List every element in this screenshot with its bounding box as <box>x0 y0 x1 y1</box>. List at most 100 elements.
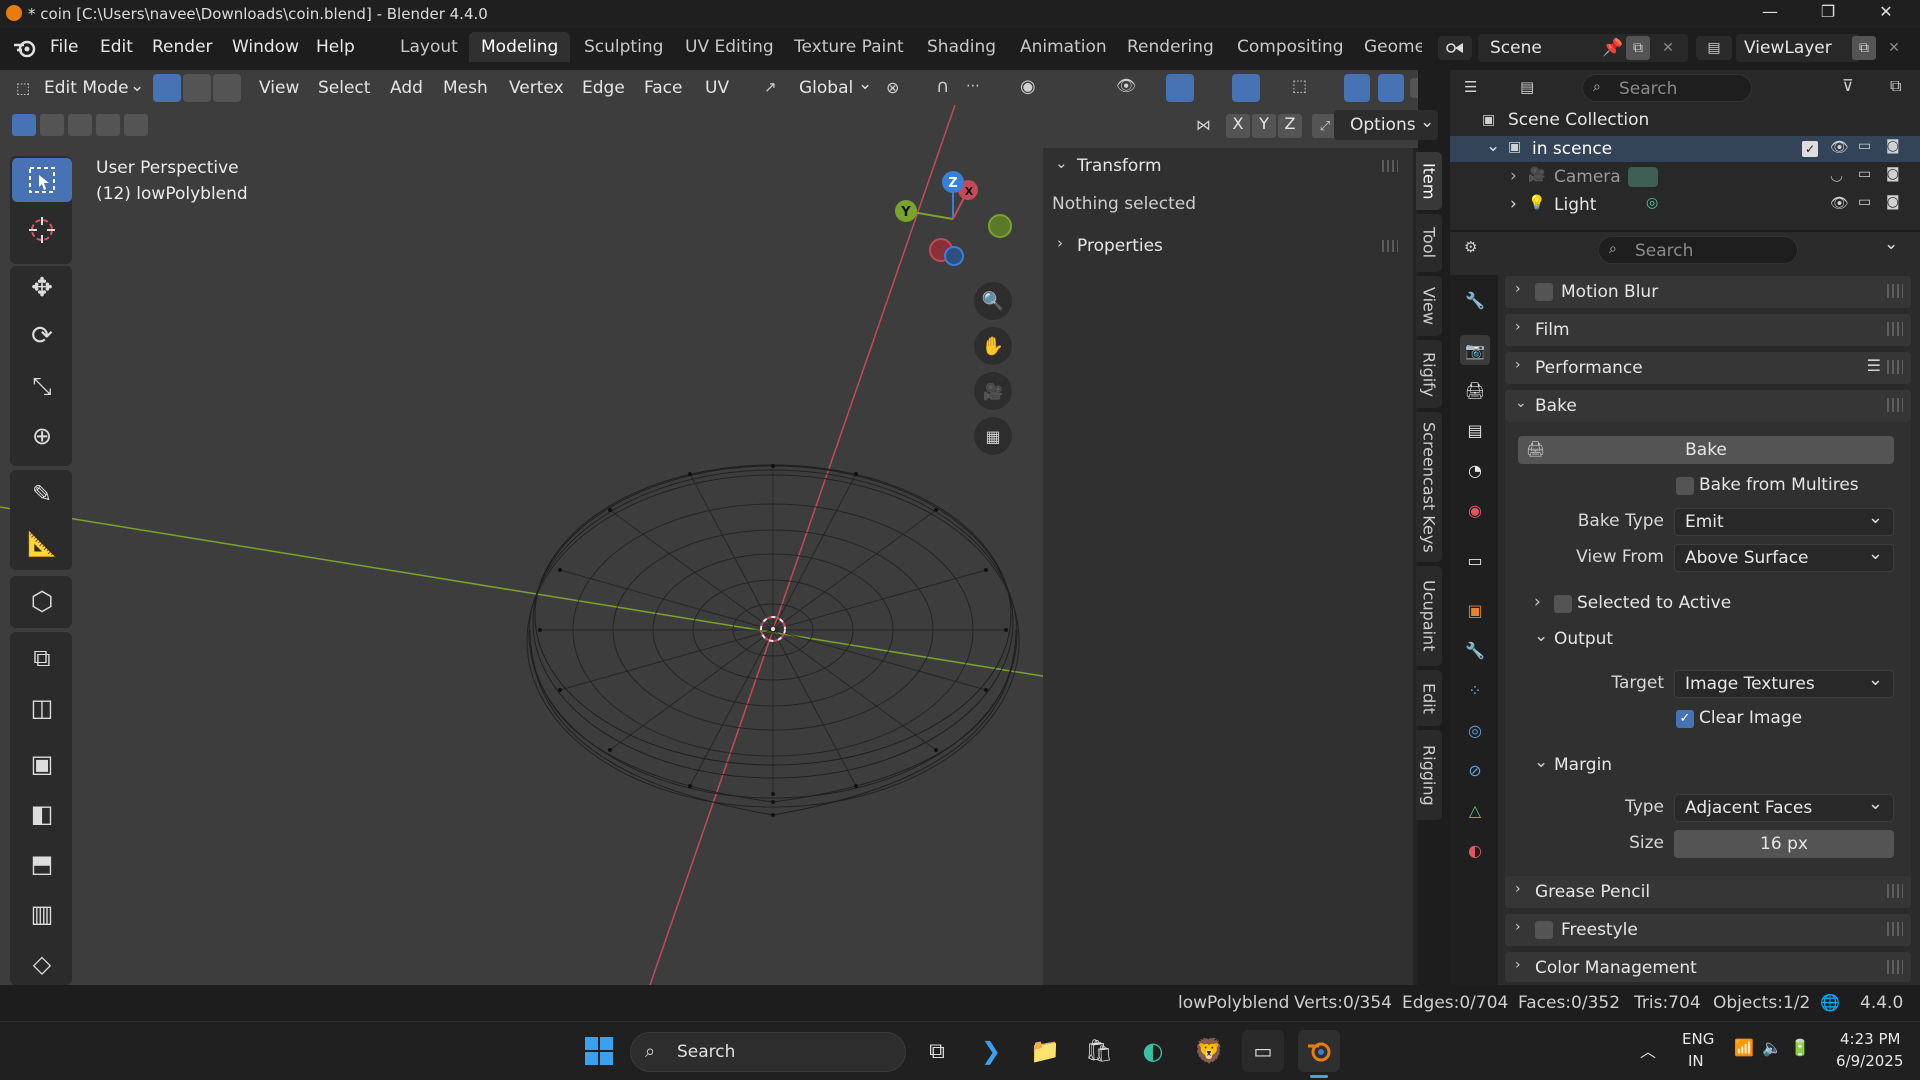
maximize-button[interactable]: ❐ <box>1800 2 1856 26</box>
menu-add[interactable]: Add <box>390 78 423 98</box>
transform-grip[interactable] <box>1382 160 1398 172</box>
vscode-icon[interactable]: ❯ <box>970 1030 1012 1072</box>
tab-compositing[interactable]: Compositing <box>1225 32 1356 62</box>
close-button[interactable]: ✕ <box>1858 2 1914 26</box>
edge-browser-icon[interactable]: ◐ <box>1132 1030 1174 1072</box>
margin-size-field[interactable]: 16 px <box>1674 830 1894 858</box>
tab-edit[interactable]: Edit <box>1416 670 1442 726</box>
physics-properties-icon[interactable]: ◎ <box>1460 715 1490 745</box>
blender-taskbar-icon[interactable] <box>1298 1030 1340 1072</box>
vertex-select-button[interactable] <box>153 74 181 102</box>
clock-time[interactable]: 4:23 PM <box>1840 1030 1900 1048</box>
tool-properties-icon[interactable]: 🔧 <box>1460 285 1490 315</box>
tool-rotate[interactable]: ⟳ <box>12 314 72 358</box>
target-dropdown[interactable]: Image Textures <box>1674 667 1894 698</box>
tool-select-box[interactable] <box>12 158 72 202</box>
clock-date[interactable]: 6/9/2025 <box>1836 1052 1903 1070</box>
tool-knife[interactable]: ◇ <box>12 942 72 986</box>
mirror-z-button[interactable]: Z <box>1278 114 1302 138</box>
collection-properties-icon[interactable]: ▭ <box>1460 545 1490 575</box>
pivot-icon[interactable]: ⊗ <box>886 78 899 97</box>
tab-modeling[interactable]: Modeling <box>469 32 571 62</box>
proportional-edit-icon[interactable]: ◉ <box>1020 76 1036 97</box>
outliner-search[interactable]: ⌕ Search <box>1582 74 1752 102</box>
battery-icon[interactable]: 🔋 <box>1790 1038 1810 1057</box>
tab-animation[interactable]: Animation <box>1008 32 1119 62</box>
wireframe-shading-button[interactable] <box>1378 74 1404 102</box>
outliner-editor-icon[interactable]: ☰ <box>1464 78 1477 96</box>
overlay-toggle-button[interactable] <box>1232 74 1260 102</box>
camera-render-icon[interactable]: ◙ <box>1886 166 1900 182</box>
film-panel[interactable]: › Film <box>1505 314 1911 346</box>
select-new-icon[interactable] <box>12 114 36 136</box>
tab-ucupaint[interactable]: Ucupaint <box>1416 566 1442 666</box>
tab-shading[interactable]: Shading <box>915 32 1008 62</box>
pan-hand-icon[interactable]: ✋ <box>974 327 1012 365</box>
tool-loop-cut[interactable]: ▥ <box>12 892 72 936</box>
display-mode-icon[interactable]: ▤ <box>1520 78 1534 96</box>
motion-blur-checkbox[interactable] <box>1535 283 1553 301</box>
mode-selector[interactable]: Edit Mode ⌄ <box>36 74 146 102</box>
menu-face[interactable]: Face <box>644 78 682 98</box>
performance-panel[interactable]: › Performance ☰ <box>1505 352 1911 384</box>
new-collection-icon[interactable]: ⧉ <box>1890 76 1901 96</box>
bake-type-dropdown[interactable]: Emit <box>1674 505 1894 536</box>
select-subtract-icon[interactable] <box>68 114 92 136</box>
color-management-panel[interactable]: › Color Management <box>1505 952 1911 982</box>
grease-pencil-panel[interactable]: › Grease Pencil <box>1505 876 1911 908</box>
tool-cursor[interactable] <box>12 208 72 252</box>
camera-view-icon[interactable]: 🎥 <box>974 372 1012 410</box>
mirror-x-button[interactable]: X <box>1226 114 1250 138</box>
brave-browser-icon[interactable]: 🦁 <box>1188 1030 1230 1072</box>
tab-layout[interactable]: Layout <box>388 32 470 62</box>
task-view-icon[interactable]: ⧉ <box>916 1030 958 1072</box>
blender-menu-icon[interactable] <box>12 38 38 58</box>
view-layer-icon[interactable]: ▤ <box>1696 36 1732 60</box>
tab-texture-paint[interactable]: Texture Paint <box>782 32 916 62</box>
camera-viewport-icon[interactable]: ▭ <box>1858 166 1871 182</box>
menu-view[interactable]: View <box>259 78 299 98</box>
properties-grip[interactable] <box>1382 240 1398 252</box>
clear-image-label[interactable]: Clear Image <box>1699 708 1802 728</box>
tool-add-cube[interactable]: ⬡ <box>12 580 72 624</box>
menu-edge[interactable]: Edge <box>582 78 625 98</box>
tool-transform[interactable]: ⊕ <box>12 414 72 458</box>
volume-icon[interactable]: 🔈 <box>1762 1038 1782 1057</box>
orientation-label[interactable]: Global <box>799 78 853 98</box>
render-properties-icon[interactable]: 📷 <box>1460 335 1490 365</box>
menu-edit[interactable]: Edit <box>100 37 133 57</box>
motion-blur-panel[interactable]: › Motion Blur <box>1505 276 1911 308</box>
tray-overflow-chevron[interactable]: ︿ <box>1640 1038 1656 1062</box>
menu-uv[interactable]: UV <box>705 78 729 98</box>
gizmo-toggle-button[interactable] <box>1166 74 1194 102</box>
menu-vertex[interactable]: Vertex <box>509 78 564 98</box>
view-layer-properties-icon[interactable]: ▤ <box>1460 415 1490 445</box>
collection-render-icon[interactable]: ◙ <box>1886 138 1900 154</box>
collection-checkbox[interactable]: ✓ <box>1802 141 1818 157</box>
zoom-icon[interactable]: 🔍 <box>974 282 1012 320</box>
select-extend-icon[interactable] <box>40 114 64 136</box>
clear-image-checkbox[interactable]: ✓ <box>1676 710 1694 728</box>
bake-panel-header[interactable]: ⌄ Bake <box>1505 390 1911 422</box>
menu-file[interactable]: File <box>50 37 78 57</box>
collection-viewport-icon[interactable]: ▭ <box>1858 138 1871 154</box>
properties-search[interactable]: ⌕ Search <box>1598 236 1798 264</box>
material-properties-icon[interactable]: ◐ <box>1460 835 1490 865</box>
film-grip[interactable] <box>1887 322 1903 336</box>
options-dropdown[interactable]: Options ⌄ <box>1334 110 1438 140</box>
snap-icon[interactable]: ∩ <box>936 76 949 97</box>
new-scene-icon[interactable]: ⧉ <box>1626 36 1650 60</box>
filter-icon[interactable]: ⊽ <box>1842 76 1854 95</box>
properties-panel-header[interactable]: › Properties <box>1051 232 1406 262</box>
world-properties-icon[interactable]: ◉ <box>1460 495 1490 525</box>
pin-icon[interactable]: 📌 <box>1602 38 1623 58</box>
data-properties-icon[interactable]: △ <box>1460 795 1490 825</box>
tab-tool[interactable]: Tool <box>1416 214 1442 272</box>
mesh-edit-overlay-icon[interactable]: ⬚ <box>1292 76 1307 95</box>
scene-icon[interactable] <box>1438 36 1472 60</box>
mirror-y-button[interactable]: Y <box>1252 114 1276 138</box>
snap-target-icon[interactable]: ⋯ <box>966 78 980 94</box>
ortho-grid-icon[interactable]: ▦ <box>974 417 1012 455</box>
region-code[interactable]: IN <box>1688 1052 1704 1070</box>
transform-panel-header[interactable]: ⌄ Transform <box>1051 152 1406 182</box>
